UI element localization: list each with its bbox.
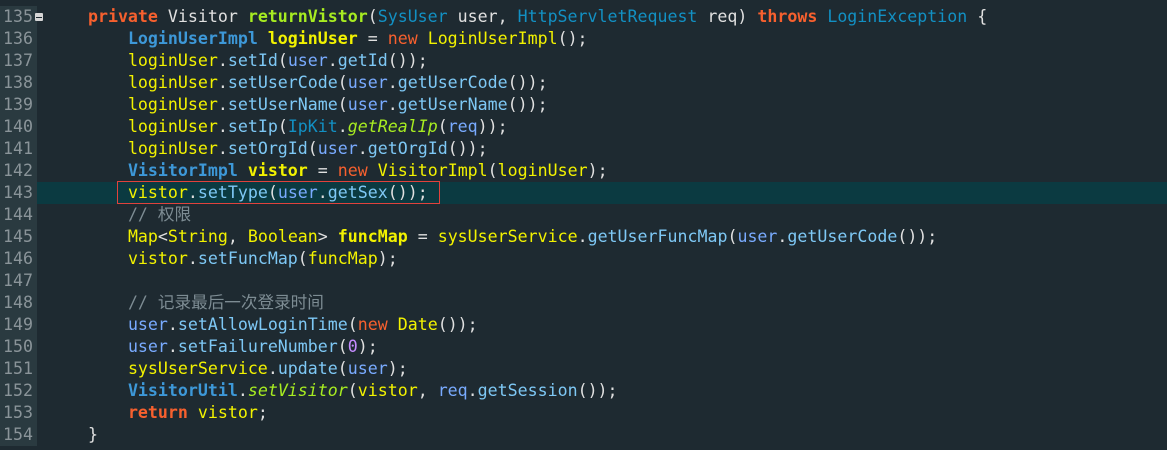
code-text: } bbox=[87, 425, 98, 444]
code-line[interactable]: 152 VisitorUtil.setVisitor(vistor, req.g… bbox=[0, 380, 1167, 402]
code-line[interactable]: 141 loginUser.setOrgId(user.getOrgId()); bbox=[0, 138, 1167, 160]
code-line[interactable]: 153 return vistor; bbox=[0, 402, 1167, 424]
code-line[interactable]: 137 loginUser.setId(user.getId()); bbox=[0, 50, 1167, 72]
code-line[interactable]: 145 Map<String, Boolean> funcMap = sysUs… bbox=[0, 226, 1167, 248]
code-text: return vistor; bbox=[127, 403, 268, 422]
line-number: 149 bbox=[0, 314, 37, 336]
line-number: 136 bbox=[0, 28, 37, 50]
code-text: VisitorUtil.setVisitor(vistor, req.getSe… bbox=[127, 381, 618, 400]
code-text: loginUser.setId(user.getId()); bbox=[127, 51, 428, 70]
code-line[interactable]: 136 LoginUserImpl loginUser = new LoginU… bbox=[0, 28, 1167, 50]
code-line[interactable]: 154 } bbox=[0, 424, 1167, 446]
code-text: Map<String, Boolean> funcMap = sysUserSe… bbox=[127, 227, 938, 246]
code-line[interactable]: 135 private Visitor returnVistor(SysUser… bbox=[0, 6, 1167, 28]
code-text: vistor.setFuncMap(funcMap); bbox=[127, 249, 398, 268]
code-line[interactable]: 142 VisitorImpl vistor = new VisitorImpl… bbox=[0, 160, 1167, 182]
line-number: 145 bbox=[0, 226, 37, 248]
code-line[interactable]: 147 bbox=[0, 270, 1167, 292]
code-text: loginUser.setOrgId(user.getOrgId()); bbox=[127, 139, 488, 158]
line-number: 138 bbox=[0, 72, 37, 94]
line-number: 146 bbox=[0, 248, 37, 270]
line-number: 142 bbox=[0, 160, 37, 182]
line-number: 148 bbox=[0, 292, 37, 314]
line-number: 137 bbox=[0, 50, 37, 72]
code-text: user.setAllowLoginTime(new Date()); bbox=[127, 315, 478, 334]
code-line[interactable]: 140 loginUser.setIp(IpKit.getRealIp(req)… bbox=[0, 116, 1167, 138]
line-number: 151 bbox=[0, 358, 37, 380]
line-number: 141 bbox=[0, 138, 37, 160]
code-text: // 权限 bbox=[127, 205, 192, 224]
code-text: loginUser.setIp(IpKit.getRealIp(req)); bbox=[127, 117, 508, 136]
line-number: 147 bbox=[0, 270, 37, 292]
code-editor[interactable]: 135 private Visitor returnVistor(SysUser… bbox=[0, 0, 1167, 450]
code-text: LoginUserImpl loginUser = new LoginUserI… bbox=[127, 29, 588, 48]
fold-collapse-icon[interactable] bbox=[35, 13, 43, 21]
code-text: loginUser.setUserCode(user.getUserCode()… bbox=[127, 73, 548, 92]
line-number: 140 bbox=[0, 116, 37, 138]
highlight-box bbox=[117, 181, 440, 204]
code-text: VisitorImpl vistor = new VisitorImpl(log… bbox=[127, 161, 608, 180]
code-text: // 记录最后一次登录时间 bbox=[127, 293, 324, 312]
line-number: 143 bbox=[0, 182, 37, 204]
code-line[interactable]: 150 user.setFailureNumber(0); bbox=[0, 336, 1167, 358]
code-line[interactable]: 146 vistor.setFuncMap(funcMap); bbox=[0, 248, 1167, 270]
code-text: loginUser.setUserName(user.getUserName()… bbox=[127, 95, 548, 114]
code-line[interactable]: 138 loginUser.setUserCode(user.getUserCo… bbox=[0, 72, 1167, 94]
code-text: user.setFailureNumber(0); bbox=[127, 337, 378, 356]
code-line[interactable]: 139 loginUser.setUserName(user.getUserNa… bbox=[0, 94, 1167, 116]
code-text: private Visitor returnVistor(SysUser use… bbox=[87, 7, 988, 26]
code-line[interactable]: 144 // 权限 bbox=[0, 204, 1167, 226]
code-text: sysUserService.update(user); bbox=[127, 359, 408, 378]
code-line[interactable]: 149 user.setAllowLoginTime(new Date()); bbox=[0, 314, 1167, 336]
line-number: 150 bbox=[0, 336, 37, 358]
line-number: 139 bbox=[0, 94, 37, 116]
line-number: 152 bbox=[0, 380, 37, 402]
line-number: 154 bbox=[0, 424, 37, 446]
code-line[interactable]: 148 // 记录最后一次登录时间 bbox=[0, 292, 1167, 314]
code-line[interactable]: 151 sysUserService.update(user); bbox=[0, 358, 1167, 380]
line-number: 144 bbox=[0, 204, 37, 226]
line-number: 153 bbox=[0, 402, 37, 424]
line-number: 135 bbox=[0, 6, 37, 28]
